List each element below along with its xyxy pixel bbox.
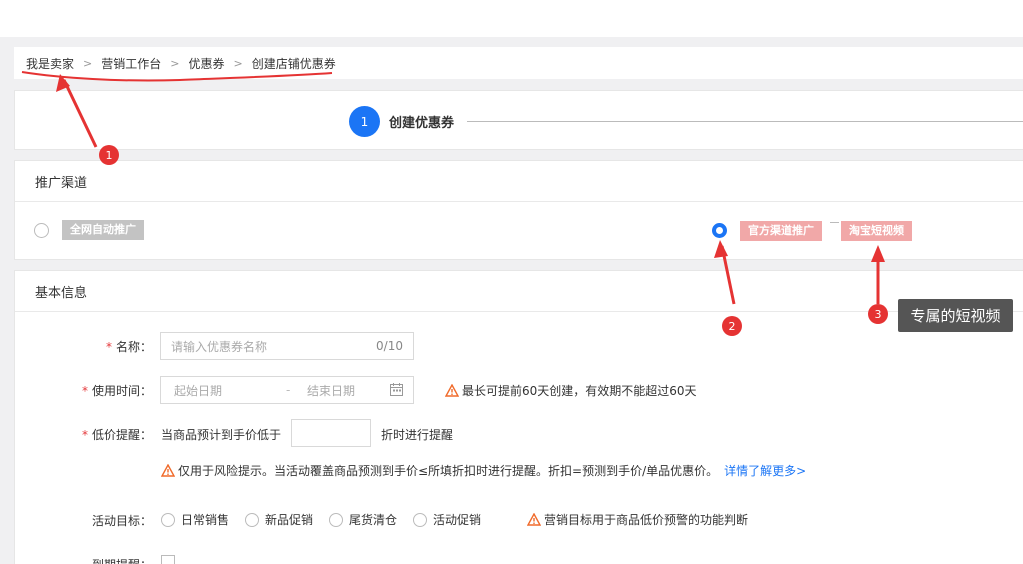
name-label: * 名称：	[70, 338, 152, 355]
goal-radio[interactable]	[161, 512, 175, 527]
required-mark: *	[105, 340, 112, 354]
breadcrumb-coupons[interactable]: 优惠券	[188, 55, 224, 72]
warning-icon	[526, 512, 542, 526]
channel-title: 推广渠道	[15, 161, 1023, 202]
date-range-input[interactable]: 起始日期 - 结束日期	[160, 376, 414, 404]
goal-option-clearance[interactable]: 尾货清仓	[329, 511, 397, 528]
low-price-label-text: 低价提醒：	[91, 428, 152, 442]
short-video-tooltip: 专属的短视频	[898, 299, 1013, 332]
coupon-name-counter: 0/10	[376, 339, 403, 353]
low-price-suffix: 折时进行提醒	[381, 428, 454, 442]
goal-option-daily[interactable]: 日常销售	[161, 511, 229, 528]
expire-label: 到期提醒：	[70, 556, 152, 564]
breadcrumb-create-coupon: 创建店铺优惠券	[251, 56, 336, 71]
step-connector	[467, 121, 1023, 122]
goal-radio[interactable]	[413, 512, 427, 527]
step-number: 1	[349, 106, 380, 137]
start-date-placeholder[interactable]: 起始日期	[174, 382, 222, 399]
time-label: * 使用时间：	[70, 382, 152, 399]
date-range-separator: -	[286, 383, 291, 397]
warning-icon	[160, 463, 176, 477]
goal-option-promo[interactable]: 活动促销	[413, 511, 481, 528]
channel-radio-official[interactable]	[712, 223, 727, 238]
goal-radio[interactable]	[329, 512, 343, 527]
goal-label: 活动目标：	[91, 514, 152, 528]
tag-official-channel: 官方渠道推广	[740, 221, 822, 241]
step-label: 创建优惠券	[389, 116, 455, 131]
goal-hint: 营销目标用于商品低价预警的功能判断	[526, 511, 749, 528]
breadcrumb-separator: >	[233, 56, 243, 70]
tag-taobao-video: 淘宝短视频	[841, 221, 912, 241]
expire-checkbox[interactable]	[161, 555, 175, 564]
learn-more-link[interactable]: 详情了解更多>	[724, 462, 806, 479]
breadcrumb-separator: >	[170, 56, 180, 70]
low-price-hint-text: 仅用于风险提示。当活动覆盖商品预测到手价≤所填折扣时进行提醒。折扣=预测到手价/…	[178, 464, 719, 478]
channel-panel: 推广渠道	[14, 160, 1023, 260]
end-date-placeholder[interactable]: 结束日期	[307, 382, 355, 399]
annotation-badge-3: 3	[868, 304, 888, 324]
required-mark: *	[81, 428, 88, 442]
coupon-name-input[interactable]: 请输入优惠券名称 0/10	[160, 332, 414, 360]
required-mark: *	[81, 384, 88, 398]
tag-connector	[830, 222, 839, 223]
goal-option-label: 尾货清仓	[349, 513, 398, 527]
top-bar	[0, 0, 1023, 37]
low-price-hint: 仅用于风险提示。当活动覆盖商品预测到手价≤所填折扣时进行提醒。折扣=预测到手价/…	[160, 462, 806, 479]
low-price-label: * 低价提醒：	[70, 426, 152, 443]
breadcrumb-seller[interactable]: 我是卖家	[26, 55, 74, 72]
low-price-prefix: 当商品预计到手价低于	[161, 428, 282, 442]
channel-radio-all[interactable]	[34, 223, 49, 238]
goal-option-label: 日常销售	[181, 513, 230, 527]
tag-all-network: 全网自动推广	[62, 220, 144, 240]
breadcrumb: 我是卖家 > 营销工作台 > 优惠券 > 创建店铺优惠券	[14, 47, 1023, 79]
name-label-text: 名称：	[115, 340, 152, 354]
annotation-badge-2: 2	[722, 316, 742, 336]
time-hint: 最长可提前60天创建，有效期不能超过60天	[444, 382, 697, 399]
breadcrumb-marketing[interactable]: 营销工作台	[101, 55, 161, 72]
goal-option-label: 新品促销	[265, 513, 314, 527]
goal-hint-text: 营销目标用于商品低价预警的功能判断	[544, 513, 749, 527]
step-bar: 1 创建优惠券	[14, 90, 1023, 150]
breadcrumb-separator: >	[83, 56, 93, 70]
warning-icon	[444, 383, 460, 397]
goal-radio[interactable]	[245, 512, 259, 527]
time-hint-text: 最长可提前60天创建，有效期不能超过60天	[462, 384, 697, 398]
goal-option-new[interactable]: 新品促销	[245, 511, 313, 528]
coupon-name-placeholder: 请输入优惠券名称	[171, 339, 268, 354]
goal-option-label: 活动促销	[433, 513, 482, 527]
calendar-icon[interactable]	[390, 383, 403, 399]
annotation-badge-1: 1	[99, 145, 119, 165]
discount-input[interactable]	[291, 419, 371, 447]
time-label-text: 使用时间：	[91, 384, 152, 398]
